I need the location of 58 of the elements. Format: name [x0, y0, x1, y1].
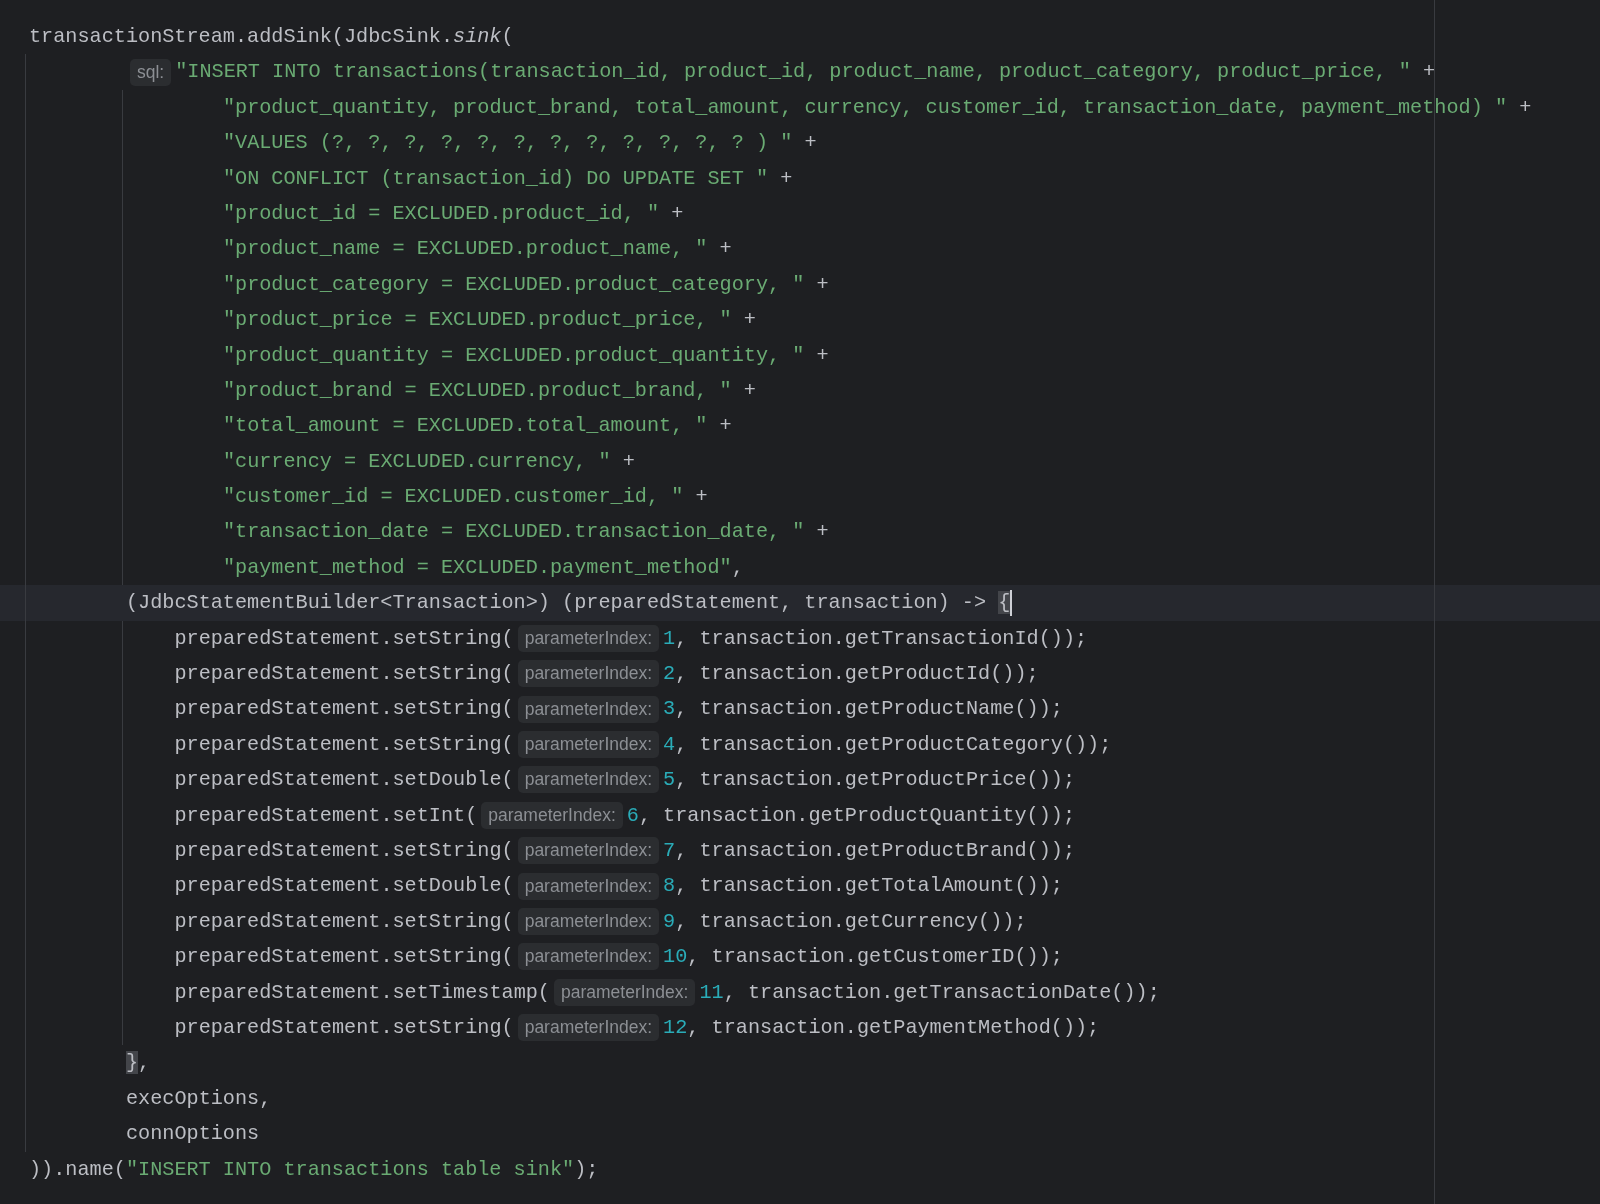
inlay-hint: parameterIndex:: [517, 907, 660, 935]
code-text: preparedStatement.setDouble(: [174, 768, 514, 792]
code-text: "product_quantity = EXCLUDED.product_quantity, " +: [222, 343, 829, 367]
code-text: "product_category = EXCLUDED.product_category, " +: [222, 272, 829, 296]
code-text: preparedStatement.setString(: [174, 662, 514, 686]
code-text: "product_id = EXCLUDED.product_id, " +: [222, 201, 684, 225]
code-text: "product_name = EXCLUDED.product_name, " +: [222, 237, 732, 261]
inlay-hint: parameterIndex:: [517, 1014, 660, 1042]
code-text: 8, transaction.getTotalAmount());: [663, 874, 1063, 898]
code-text: preparedStatement.setInt(: [174, 803, 478, 827]
inlay-hint: parameterIndex:: [517, 624, 660, 652]
code-text: preparedStatement.setDouble(: [174, 874, 514, 898]
code-text: "product_quantity, product_brand, total_amount, currency, customer_id, transaction_date, payment_method) " +: [222, 95, 1532, 119]
inlay-hint: parameterIndex:: [517, 943, 660, 971]
code-text: "product_price = EXCLUDED.product_price, " +: [222, 308, 756, 332]
code-text: 6, transaction.getProductQuantity());: [626, 803, 1075, 827]
code-text: preparedStatement.setTimestamp(: [174, 980, 550, 1004]
code-text: 5, transaction.getProductPrice());: [663, 768, 1075, 792]
code-text: 10, transaction.getCustomerID());: [663, 945, 1063, 969]
code-text: "product_brand = EXCLUDED.product_brand, " +: [222, 378, 756, 402]
code-text: preparedStatement.setString(: [174, 732, 514, 756]
code-text: 11, transaction.getTransactionDate());: [699, 980, 1160, 1004]
code-text: "payment_method = EXCLUDED.payment_method",: [222, 555, 744, 579]
inlay-hint: parameterIndex:: [517, 872, 660, 900]
code-text: 12, transaction.getPaymentMethod());: [663, 1015, 1100, 1039]
inlay-hint: parameterIndex:: [517, 730, 660, 758]
code-text: preparedStatement.setString(: [174, 945, 514, 969]
code-text: (JdbcStatementBuilder<Transaction>) (preparedStatement, transaction) -> {: [125, 591, 1011, 615]
code-text: execOptions,: [125, 1086, 272, 1110]
code-text: preparedStatement.setString(: [174, 697, 514, 721]
code-text: "transaction_date = EXCLUDED.transaction_date, " +: [222, 520, 829, 544]
code-text: preparedStatement.setString(: [174, 1015, 514, 1039]
code-text: 7, transaction.getProductBrand());: [663, 839, 1075, 862]
inlay-hint: parameterIndex:: [517, 660, 660, 688]
code-text: 9, transaction.getCurrency());: [663, 909, 1027, 933]
code-text: "customer_id = EXCLUDED.customer_id, " +: [222, 485, 708, 509]
code-text: preparedStatement.setString(: [174, 909, 514, 933]
code-text: preparedStatement.setString(: [174, 626, 514, 650]
code-text: 4, transaction.getProductCategory());: [663, 732, 1112, 756]
inlay-hint: parameterIndex:: [517, 837, 660, 865]
inlay-hint: sql:: [129, 58, 172, 86]
code-text: "INSERT INTO transactions(transaction_id, product_id, product_name, product_category, product_price, " +: [175, 60, 1436, 84]
code-text: 3, transaction.getProductName());: [663, 697, 1063, 721]
code-text: connOptions: [125, 1122, 260, 1146]
code-text: preparedStatement.setString(: [174, 839, 514, 862]
code-text: "VALUES (?, ?, ?, ?, ?, ?, ?, ?, ?, ?, ?, ? ) " +: [222, 131, 817, 155]
code-text: "ON CONFLICT (transaction_id) DO UPDATE SET " +: [222, 166, 793, 190]
code-text: 2, transaction.getProductId());: [663, 662, 1039, 686]
code-text: "total_amount = EXCLUDED.total_amount, " +: [222, 414, 732, 438]
inlay-hint: parameterIndex:: [481, 801, 623, 829]
code-text: transactionStream.addSink(JdbcSink.sink(: [29, 25, 514, 48]
code-editor[interactable]: [0, 0, 1600, 1204]
code-text: "currency = EXCLUDED.currency, " +: [222, 449, 635, 473]
inlay-hint: parameterIndex:: [517, 695, 660, 723]
inlay-hint: parameterIndex:: [554, 978, 696, 1006]
code-text: 1, transaction.getTransactionId());: [663, 626, 1088, 650]
inlay-hint: parameterIndex:: [517, 766, 660, 794]
code-text: )).name("INSERT INTO transactions table sink");: [29, 1157, 599, 1181]
